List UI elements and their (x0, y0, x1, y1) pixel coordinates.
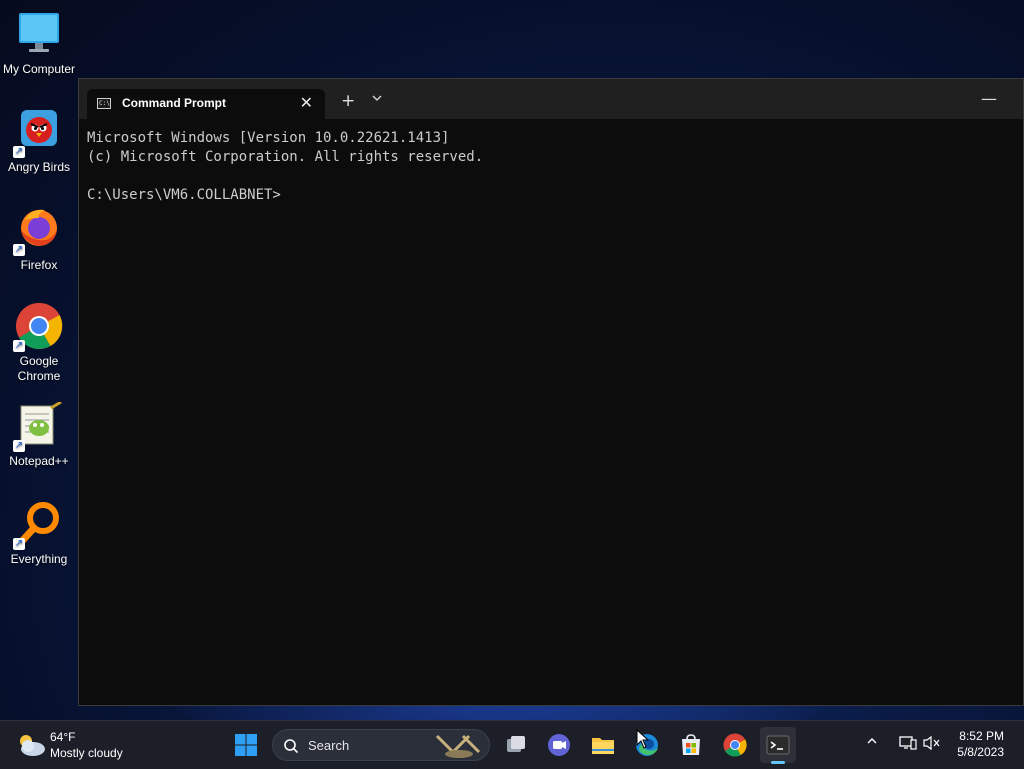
terminal-taskbar-button[interactable] (760, 727, 796, 764)
taskbar: 64°F Mostly cloudy Search 8:52 PM 5/8/20… (0, 720, 1024, 769)
mouse-cursor-icon (636, 729, 650, 749)
microsoft-store-button[interactable] (673, 727, 709, 763)
chrome-icon: ↗ (13, 302, 63, 352)
tab-dropdown-button[interactable] (371, 92, 383, 107)
console-output[interactable]: Microsoft Windows [Version 10.0.22621.14… (87, 129, 1013, 205)
notepadpp-icon: ↗ (13, 400, 63, 452)
volume-button[interactable] (923, 735, 941, 755)
desktop-icon-firefox[interactable]: ↗ Firefox (0, 206, 78, 273)
weather-temp: 64°F (50, 730, 76, 744)
desktop-icon-angry-birds[interactable]: ↗ Angry Birds (0, 108, 78, 175)
taskbar-search[interactable]: Search (272, 729, 490, 761)
shortcut-arrow-icon: ↗ (13, 340, 25, 352)
store-icon (682, 734, 700, 755)
cloud-icon (20, 735, 45, 756)
clock-date: 5/8/2023 (957, 745, 1004, 759)
active-indicator (771, 761, 785, 764)
desktop-icon-label: Angry Birds (7, 160, 71, 174)
desktop-icon-label: My Computer (2, 62, 76, 76)
new-tab-button[interactable]: + (341, 91, 355, 111)
terminal-window[interactable]: C:\ Command Prompt ✕ + — Microsoft Windo… (78, 78, 1024, 706)
weather-widget[interactable]: 64°F Mostly cloudy (16, 729, 156, 763)
shortcut-arrow-icon: ↗ (13, 244, 25, 256)
file-explorer-button[interactable] (585, 727, 621, 763)
teams-chat-button[interactable] (541, 727, 577, 763)
title-bar[interactable]: C:\ Command Prompt ✕ + — (79, 79, 1023, 119)
everything-search-icon: ↗ (13, 500, 63, 550)
tab-command-prompt[interactable]: C:\ Command Prompt ✕ (87, 89, 325, 119)
search-icon (284, 739, 299, 754)
desktop-icon-notepadpp[interactable]: ↗ Notepad++ (0, 400, 78, 469)
tab-title: Command Prompt (122, 96, 227, 110)
volume-muted-icon (923, 735, 940, 751)
network-button[interactable] (899, 735, 917, 755)
angry-birds-icon: ↗ (13, 108, 63, 158)
terminal-icon (766, 735, 790, 755)
shortcut-arrow-icon: ↗ (13, 538, 25, 550)
search-highlight-icon (435, 734, 481, 758)
chrome-taskbar-button[interactable] (717, 727, 753, 763)
search-label: Search (308, 738, 350, 753)
chevron-down-icon (372, 95, 382, 101)
chrome-icon (723, 733, 747, 757)
firefox-icon: ↗ (13, 206, 63, 256)
show-hidden-icons-button[interactable] (866, 735, 878, 751)
desktop-icon-label: Firefox (20, 258, 58, 272)
clock-time: 8:52 PM (959, 729, 1004, 743)
task-view-icon (507, 736, 525, 752)
shortcut-arrow-icon: ↗ (13, 146, 25, 158)
chevron-up-icon (867, 738, 877, 744)
desktop-icon-everything[interactable]: ↗ Everything (0, 500, 78, 567)
windows-logo-icon (235, 734, 257, 756)
console-line: Microsoft Windows [Version 10.0.22621.14… (87, 130, 450, 146)
desktop-icon-label: Everything (10, 552, 68, 566)
desktop-icon-my-computer[interactable]: My Computer (0, 10, 78, 77)
shortcut-arrow-icon: ↗ (13, 440, 25, 452)
console-prompt: C:\Users\VM6.COLLABNET> (87, 187, 281, 203)
monitor-icon (15, 10, 63, 58)
weather-condition: Mostly cloudy (50, 746, 123, 760)
desktop-icon-label: Notepad++ (9, 454, 69, 468)
minimize-button[interactable]: — (981, 89, 997, 108)
tab-close-button[interactable]: ✕ (300, 93, 313, 112)
network-icon (899, 736, 917, 750)
cmd-icon: C:\ (97, 98, 111, 109)
clock[interactable]: 8:52 PM 5/8/2023 (957, 728, 1004, 760)
desktop-icon-google-chrome[interactable]: ↗ Google Chrome (0, 302, 78, 384)
chat-icon (548, 734, 570, 756)
console-line: (c) Microsoft Corporation. All rights re… (87, 149, 484, 165)
start-button[interactable] (228, 727, 264, 763)
folder-icon (592, 738, 614, 754)
desktop-icon-label: Google Chrome (17, 354, 61, 383)
task-view-button[interactable] (498, 727, 534, 763)
